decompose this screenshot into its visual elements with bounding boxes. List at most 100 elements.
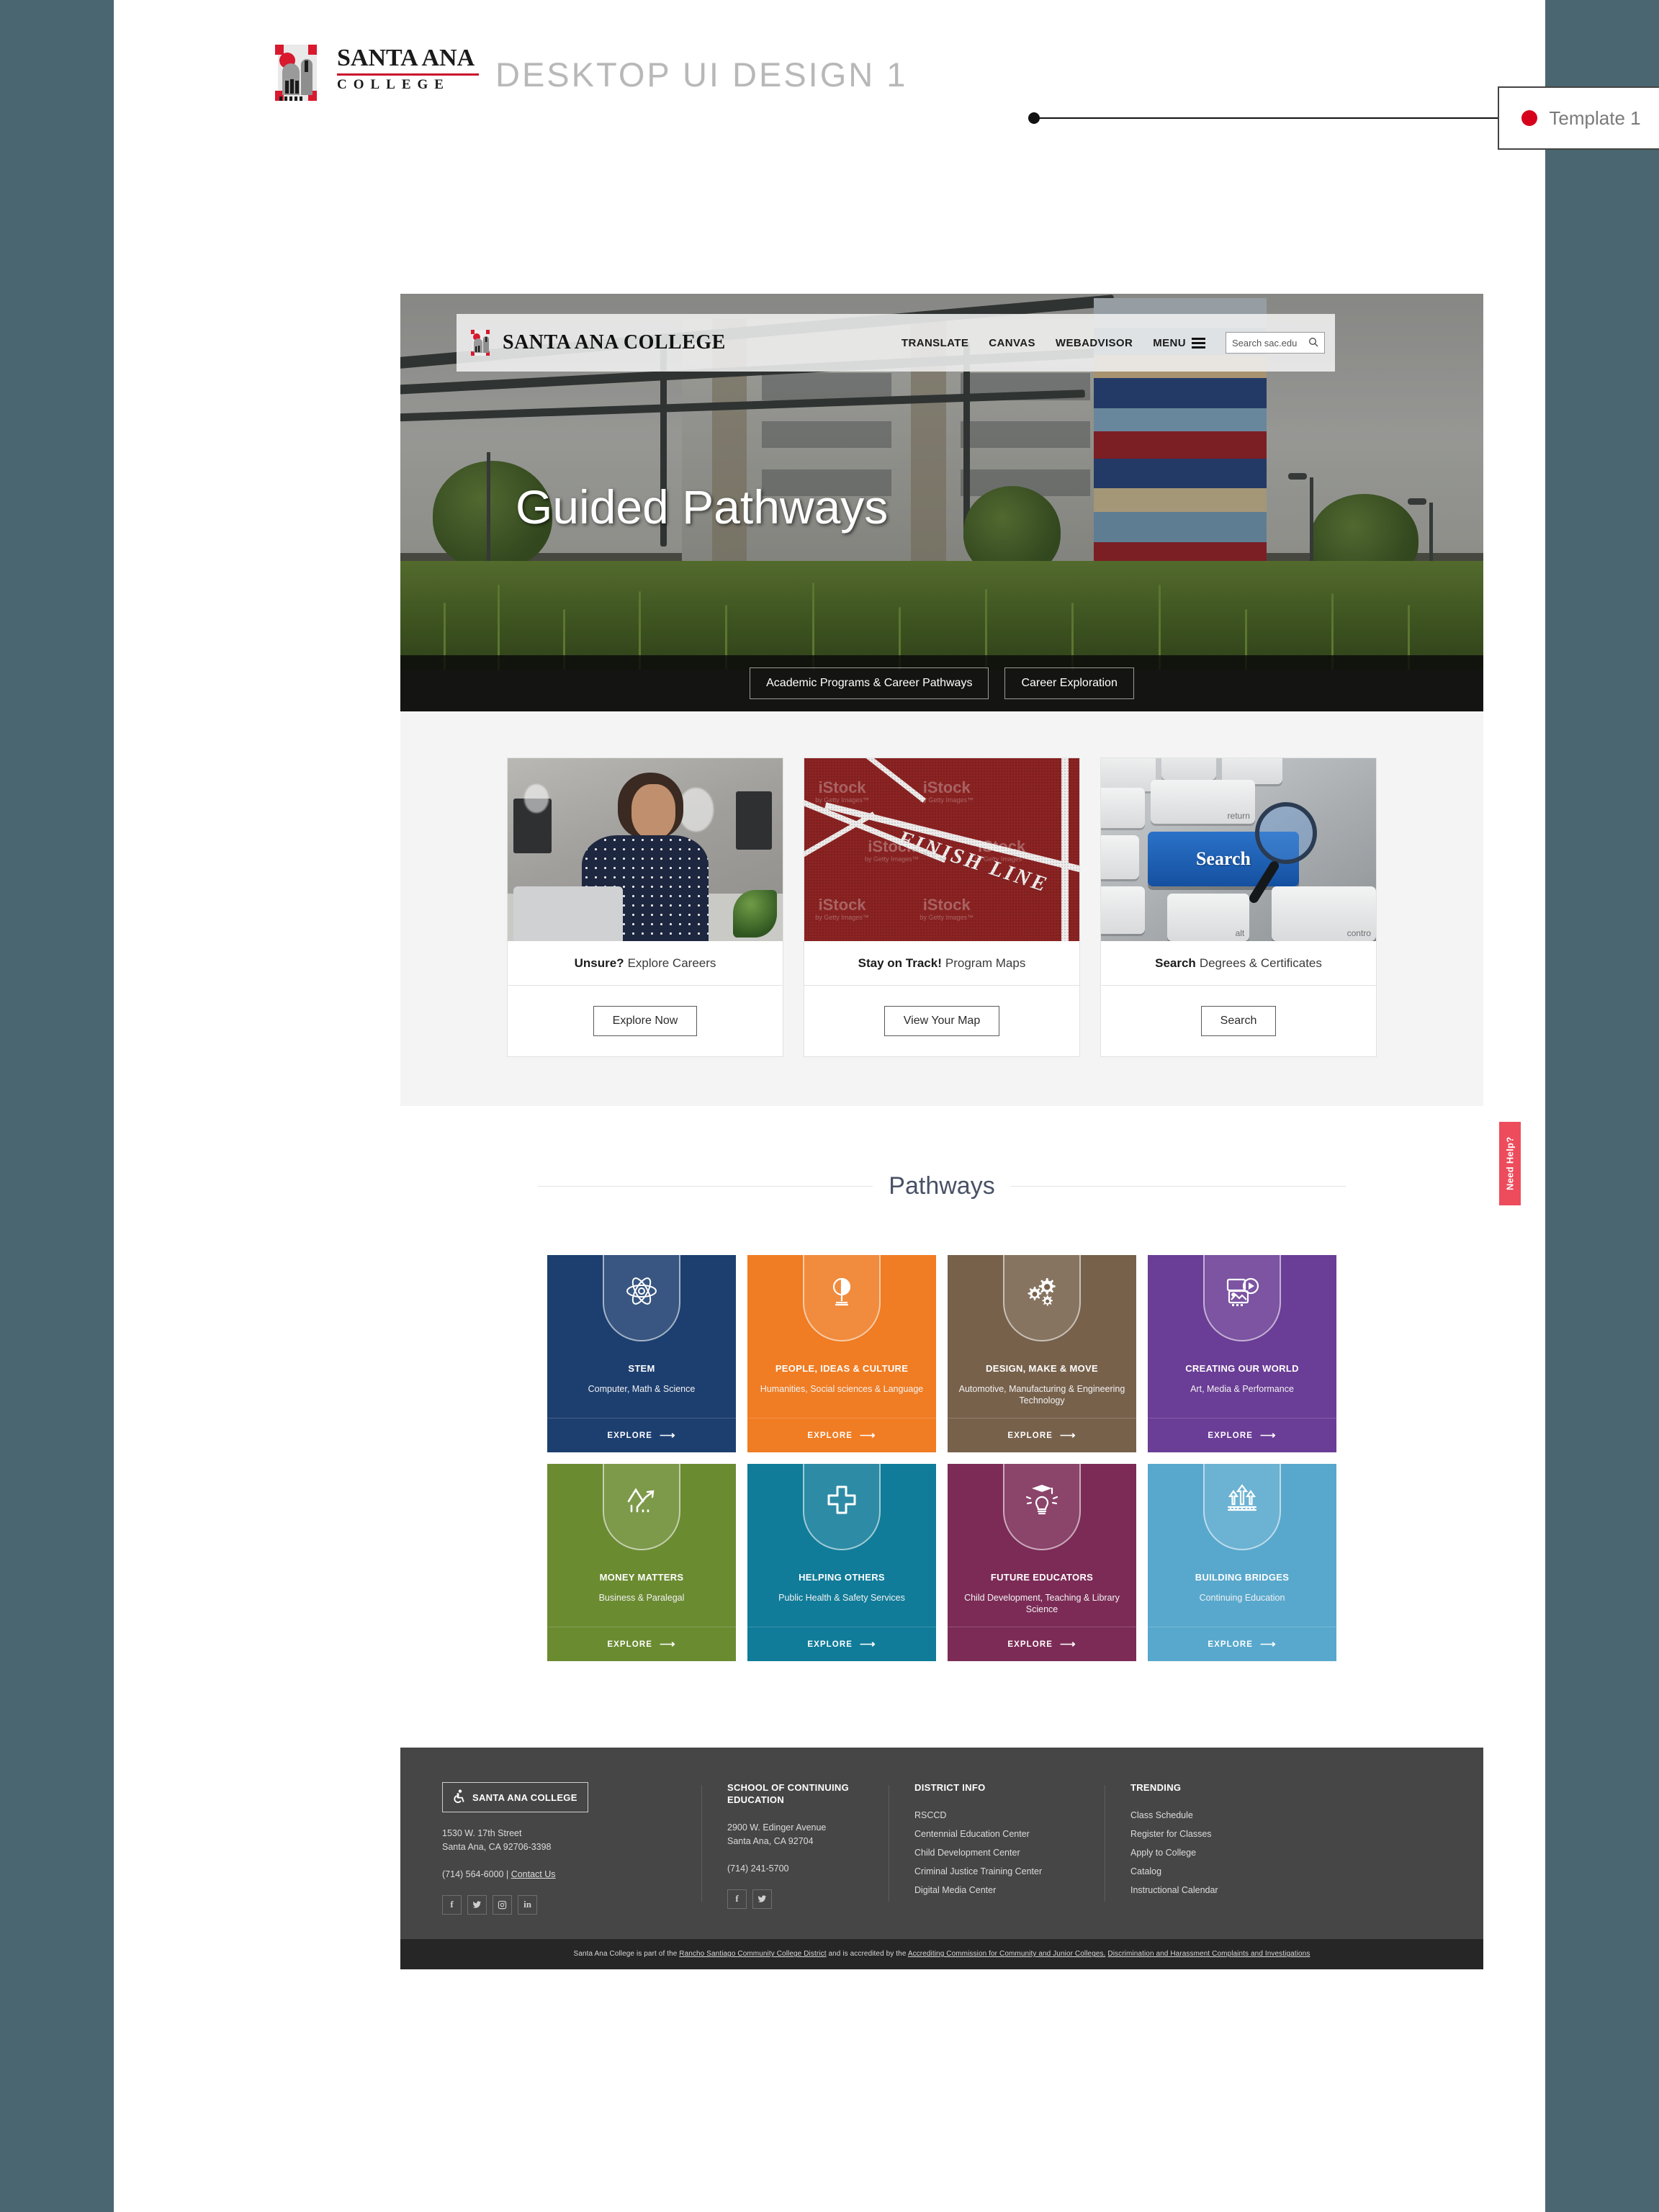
template-badge[interactable]: Template 1 xyxy=(1498,86,1659,150)
tile-explore-button[interactable]: EXPLORE ⟶ xyxy=(948,1418,1136,1452)
pathway-tile-money-matters[interactable]: MONEY MATTERS Business & Paralegal EXPLO… xyxy=(547,1461,736,1661)
footer-phone: (714) 564-6000 | xyxy=(442,1869,509,1879)
finish-line-text: FINISH LINE xyxy=(895,826,1052,897)
tile-name: MONEY MATTERS xyxy=(599,1572,684,1583)
hero-career-exploration-button[interactable]: Career Exploration xyxy=(1004,667,1134,699)
pathways-title: Pathways xyxy=(889,1172,995,1200)
pathways-heading: Pathways xyxy=(400,1172,1483,1200)
gears-icon xyxy=(1003,1252,1081,1341)
footer-address: 2900 W. Edinger Avenue Santa Ana, CA 927… xyxy=(727,1821,889,1849)
site-search-input[interactable]: Search sac.edu xyxy=(1226,332,1325,354)
tile-desc: Child Development, Teaching & Library Sc… xyxy=(964,1592,1120,1615)
nav-canvas[interactable]: CANVAS xyxy=(989,337,1035,349)
tile-explore-button[interactable]: EXPLORE ⟶ xyxy=(1148,1627,1336,1661)
pathway-tile-helping-others[interactable]: HELPING OTHERS Public Health & Safety Se… xyxy=(747,1461,936,1661)
sac-logo-wordmark: SANTA ANA COLLEGE xyxy=(337,46,481,91)
tile-explore-button[interactable]: EXPLORE ⟶ xyxy=(747,1418,936,1452)
site-logo[interactable]: SANTA ANA COLLEGE xyxy=(469,329,726,356)
pathway-tile-design-make-move[interactable]: DESIGN, MAKE & MOVE Automotive, Manufact… xyxy=(948,1252,1136,1452)
instagram-icon[interactable] xyxy=(493,1894,512,1915)
website-mockup: SANTA ANA COLLEGE TRANSLATE CANVAS WEBAD… xyxy=(400,294,1521,1969)
footer-column-district-info: DISTRICT INFO RSCCD Centennial Education… xyxy=(889,1782,1105,1915)
pathway-tile-future-educators[interactable]: FUTURE EDUCATORS Child Development, Teac… xyxy=(948,1461,1136,1661)
twitter-icon[interactable] xyxy=(752,1889,772,1909)
search-icon[interactable] xyxy=(1308,337,1318,349)
footer-heading-trending: TRENDING xyxy=(1130,1782,1182,1793)
twitter-icon[interactable] xyxy=(467,1894,487,1915)
link-digital-media-center[interactable]: Digital Media Center xyxy=(914,1885,1105,1895)
explore-now-button[interactable]: Explore Now xyxy=(593,1006,698,1036)
link-class-schedule[interactable]: Class Schedule xyxy=(1130,1810,1321,1820)
tile-name: STEM xyxy=(628,1363,655,1374)
card-image-keyboard-search: return Search alt contro xyxy=(1101,758,1376,941)
accessibility-badge[interactable]: SANTA ANA COLLEGE xyxy=(442,1782,588,1812)
link-centennial-education-center[interactable]: Centennial Education Center xyxy=(914,1829,1105,1839)
address-line-1: 2900 W. Edinger Avenue xyxy=(727,1822,827,1833)
hamburger-icon[interactable] xyxy=(1192,337,1205,349)
hero-title: Guided Pathways xyxy=(516,480,889,534)
tile-name: BUILDING BRIDGES xyxy=(1195,1572,1290,1583)
medical-cross-icon xyxy=(803,1461,881,1550)
link-instructional-calendar[interactable]: Instructional Calendar xyxy=(1130,1885,1321,1895)
legal-part-2: and is accredited by the xyxy=(826,1950,908,1959)
hero-academic-programs-button[interactable]: Academic Programs & Career Pathways xyxy=(750,667,989,699)
card-footer: Explore Now xyxy=(508,986,783,1056)
linkedin-icon[interactable]: in xyxy=(518,1894,537,1915)
tile-explore-label: EXPLORE xyxy=(807,1640,853,1649)
tile-name: CREATING OUR WORLD xyxy=(1185,1363,1299,1374)
sac-seal-icon xyxy=(469,329,494,356)
heading-rule-right xyxy=(1010,1186,1346,1187)
nav-translate[interactable]: TRANSLATE xyxy=(902,337,968,349)
card-explore-careers: Unsure? Explore Careers Explore Now xyxy=(507,757,783,1057)
nav-menu-label[interactable]: MENU xyxy=(1153,337,1186,349)
logo-red-rule xyxy=(337,73,479,76)
link-rsccd[interactable]: RSCCD xyxy=(914,1810,1105,1820)
link-register-for-classes[interactable]: Register for Classes xyxy=(1130,1829,1321,1839)
tile-name: PEOPLE, IDEAS & CULTURE xyxy=(775,1363,909,1374)
pathways-grid: STEM Computer, Math & Science EXPLORE ⟶ xyxy=(400,1252,1483,1661)
tile-explore-button[interactable]: EXPLORE ⟶ xyxy=(547,1418,736,1452)
pathway-tile-creating-our-world[interactable]: CREATING OUR WORLD Art, Media & Performa… xyxy=(1148,1252,1336,1452)
pathway-tile-people-ideas-culture[interactable]: PEOPLE, IDEAS & CULTURE Humanities, Soci… xyxy=(747,1252,936,1452)
site-search-placeholder: Search sac.edu xyxy=(1232,337,1298,349)
legal-link-accjc[interactable]: Accrediting Commission for Community and… xyxy=(908,1950,1106,1958)
tile-explore-button[interactable]: EXPLORE ⟶ xyxy=(1148,1418,1336,1452)
arrow-right-icon: ⟶ xyxy=(1260,1429,1277,1442)
page-title: DESKTOP UI DESIGN 1 xyxy=(495,55,908,94)
address-line-2: Santa Ana, CA 92706-3398 xyxy=(442,1842,552,1853)
legal-link-rsccd[interactable]: Rancho Santiago Community College Distri… xyxy=(679,1950,826,1958)
card-title-bold: Stay on Track! xyxy=(858,956,942,970)
tile-explore-button[interactable]: EXPLORE ⟶ xyxy=(547,1627,736,1661)
card-title-rest: Degrees & Certificates xyxy=(1199,956,1322,970)
legal-link-discrimination[interactable]: Discrimination and Harassment Complaints… xyxy=(1107,1950,1310,1958)
trending-links: Class Schedule Register for Classes Appl… xyxy=(1130,1810,1321,1895)
footer-divider xyxy=(701,1785,702,1902)
tile-explore-button[interactable]: EXPLORE ⟶ xyxy=(747,1627,936,1661)
arrow-right-icon: ⟶ xyxy=(1060,1638,1076,1650)
search-button[interactable]: Search xyxy=(1200,1006,1277,1036)
footer-column-trending: TRENDING Class Schedule Register for Cla… xyxy=(1105,1782,1321,1915)
footer-legal-text: Santa Ana College is part of the Rancho … xyxy=(574,1950,1310,1958)
tile-explore-button[interactable]: EXPLORE ⟶ xyxy=(948,1627,1136,1661)
card-title: Stay on Track! Program Maps xyxy=(804,941,1079,986)
nav-menu-button[interactable]: MENU xyxy=(1153,337,1205,349)
logo-college: COLLEGE xyxy=(337,77,450,92)
link-catalog[interactable]: Catalog xyxy=(1130,1866,1321,1876)
hero-button-bar: Academic Programs & Career Pathways Care… xyxy=(400,655,1483,711)
footer-phone-row: (714) 564-6000 | Contact Us xyxy=(442,1869,701,1879)
link-apply-to-college[interactable]: Apply to College xyxy=(1130,1848,1321,1858)
nav-webadvisor[interactable]: WEBADVISOR xyxy=(1056,337,1133,349)
view-your-map-button[interactable]: View Your Map xyxy=(884,1006,1000,1036)
contact-us-link[interactable]: Contact Us xyxy=(511,1869,556,1879)
mockup-topbar: SANTA ANA COLLEGE DESKTOP UI DESIGN 1 Te… xyxy=(164,36,1659,150)
facebook-icon[interactable]: f xyxy=(727,1889,747,1909)
facebook-icon[interactable]: f xyxy=(442,1894,462,1915)
tile-name: FUTURE EDUCATORS xyxy=(990,1572,1094,1583)
link-criminal-justice-training-center[interactable]: Criminal Justice Training Center xyxy=(914,1866,1105,1876)
tile-desc: Art, Media & Performance xyxy=(1190,1383,1294,1394)
pathway-tile-building-bridges[interactable]: BUILDING BRIDGES Continuing Education EX… xyxy=(1148,1461,1336,1661)
tile-explore-label: EXPLORE xyxy=(1007,1431,1053,1440)
pathway-tile-stem[interactable]: STEM Computer, Math & Science EXPLORE ⟶ xyxy=(547,1252,736,1452)
link-child-development-center[interactable]: Child Development Center xyxy=(914,1848,1105,1858)
need-help-tab[interactable]: Need Help? xyxy=(1499,1122,1521,1205)
